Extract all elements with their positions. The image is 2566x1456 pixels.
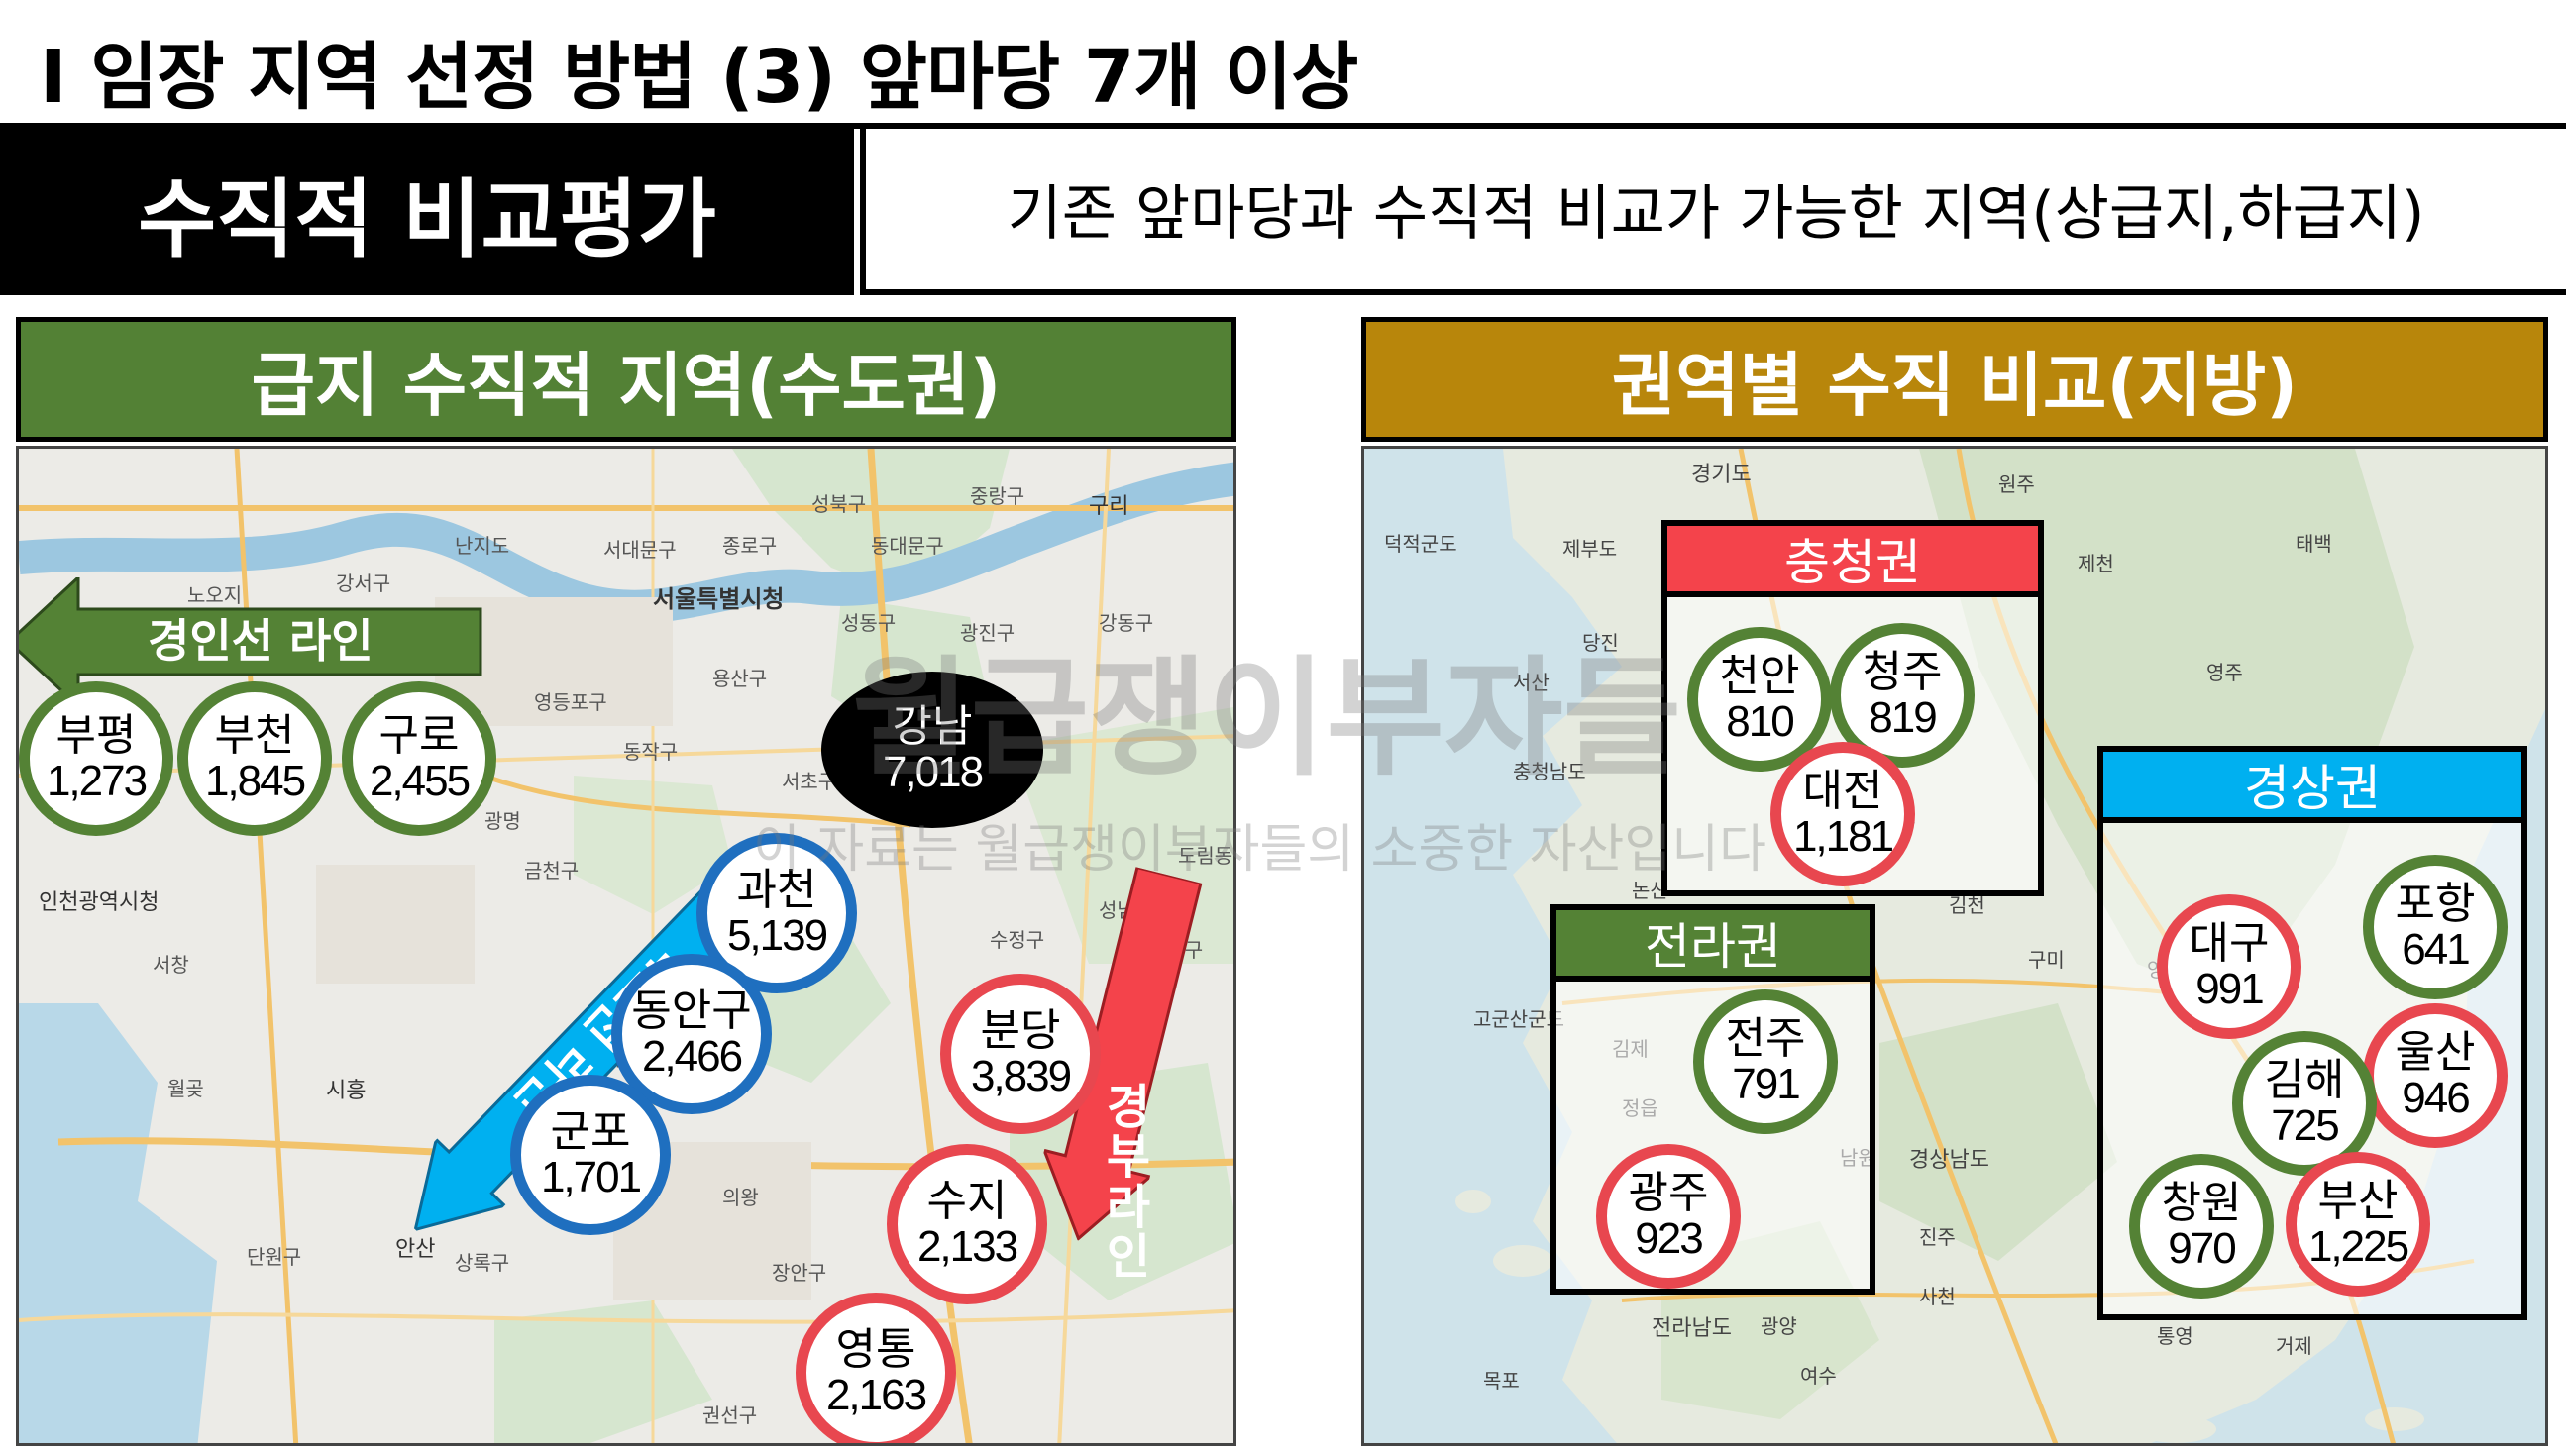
map-label: 의왕: [722, 1186, 759, 1209]
map-label: 영주: [2206, 661, 2243, 684]
map-label: 성북구: [811, 492, 867, 516]
area-changwon: 창원 970: [2129, 1154, 2274, 1299]
map-label: 동대문구: [871, 534, 944, 558]
area-guro: 구로 2,455: [342, 681, 496, 836]
gyeongbu-line-label: 경부 라인: [1106, 1080, 1151, 1286]
area-jeonju: 전주 791: [1693, 989, 1838, 1134]
map-label: 상록구: [455, 1251, 510, 1275]
map-label: 거제: [2276, 1334, 2312, 1358]
map-label: 동작구: [623, 740, 679, 764]
map-label: 용산구: [712, 667, 768, 690]
area-bucheon: 부천 1,845: [177, 681, 332, 836]
area-daegu: 대구 991: [2157, 894, 2301, 1039]
map-label: 덕적군도: [1384, 532, 1457, 556]
map-label: 통영: [2157, 1324, 2193, 1348]
map-label: 서울특별시청: [653, 585, 785, 613]
map-label: 장안구: [772, 1261, 827, 1285]
region-jeolla-label: 전라권: [1550, 904, 1875, 982]
map-label: 시흥: [326, 1079, 367, 1103]
area-busan: 부산 1,225: [2286, 1152, 2430, 1297]
page-title: I 임장 지역 선정 방법 (3) 앞마당 7개 이상: [40, 35, 1358, 120]
region-chungcheong-label: 충청권: [1661, 520, 2044, 597]
map-label: 중랑구: [970, 484, 1025, 508]
area-daejeon: 대전 1,181: [1770, 742, 1915, 886]
area-gunpo: 군포 1,701: [510, 1075, 671, 1235]
map-label: 난지도: [455, 534, 510, 558]
map-label: 제부도: [1562, 537, 1618, 561]
map-label: 영등포구: [534, 690, 607, 714]
left-panel-title: 급지 수직적 지역(수도권): [16, 317, 1236, 442]
region-gyeongsang-label: 경상권: [2097, 746, 2527, 823]
header-label: 수직적 비교평가: [0, 127, 854, 295]
map-label: 광명: [484, 809, 521, 833]
area-ulsan: 울산 946: [2363, 1003, 2508, 1148]
map-label: 여수: [1800, 1364, 1837, 1388]
area-suji: 수지 2,133: [887, 1144, 1047, 1304]
map-label: 단원구: [247, 1245, 302, 1269]
metro-map: 인천광역시청 서울특별시청 구리 강서구 노오지 난지도 서대문구 종로구 성북…: [16, 446, 1236, 1446]
area-yeongtong: 영통 2,163: [796, 1293, 956, 1443]
watermark-main: 월급쟁이부자들: [852, 643, 1682, 793]
area-pohang: 포항 641: [2363, 855, 2508, 999]
area-bundang: 분당 3,839: [940, 974, 1101, 1134]
map-label: 제천: [2078, 552, 2114, 575]
map-label: 권선구: [702, 1404, 758, 1427]
map-label: 사천: [1919, 1285, 1956, 1308]
map-label: 인천광역시청: [39, 890, 160, 915]
map-label: 서대문구: [603, 538, 677, 562]
right-panel-title: 권역별 수직 비교(지방): [1361, 317, 2548, 442]
gyeongin-line-label: 경인선 라인: [148, 614, 374, 668]
map-label: 태백: [2296, 532, 2332, 556]
korea-map: 경기도 원주 제천 태백 영주 서산 당진 충청남도 논산 김천 상주 구미 영…: [1361, 446, 2548, 1446]
map-label: 전라남도: [1652, 1316, 1732, 1341]
map-label: 광양: [1761, 1314, 1797, 1338]
map-label: 목포: [1483, 1369, 1520, 1393]
map-label: 월곶: [167, 1077, 204, 1100]
map-label: 진주: [1919, 1225, 1956, 1249]
area-bupyeong: 부평 1,273: [19, 681, 173, 836]
map-label: 구리: [1089, 494, 1129, 519]
map-label: 구미: [2028, 948, 2065, 972]
map-label: 금천구: [524, 859, 580, 883]
map-label: 원주: [1998, 472, 2035, 496]
map-label: 서창: [153, 953, 189, 977]
area-gwangju: 광주 923: [1596, 1144, 1741, 1289]
map-label: 수정구: [990, 928, 1045, 952]
map-label: 경상남도: [1909, 1148, 1989, 1173]
header-description: 기존 앞마당과 수직적 비교가 가능한 지역(상급지,하급지): [860, 127, 2566, 295]
map-label: 종로구: [722, 534, 778, 558]
map-label: 경기도: [1691, 463, 1752, 487]
watermark-sub: 이 자료는 월급쟁이부자들의 소중한 자산입니다: [753, 820, 1766, 880]
